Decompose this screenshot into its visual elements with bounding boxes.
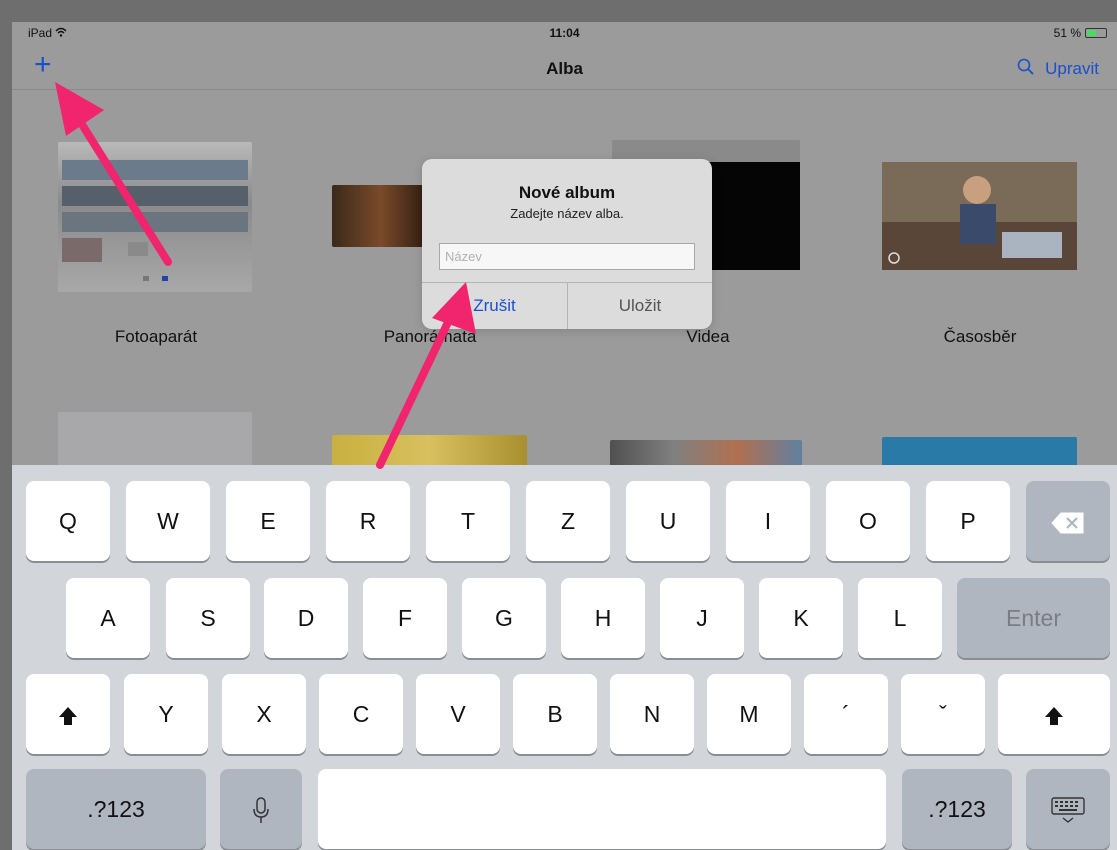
album-label-timelapse: Časosběr xyxy=(943,327,1017,346)
key-e[interactable]: E xyxy=(226,481,310,561)
backspace-icon xyxy=(1051,508,1085,534)
edit-button[interactable]: Upravit xyxy=(1045,59,1099,79)
key-y[interactable]: Y xyxy=(124,674,208,754)
battery-percent: 51 % xyxy=(1053,26,1081,40)
key-o[interactable]: O xyxy=(826,481,910,561)
hide-keyboard-key[interactable] xyxy=(1026,769,1110,849)
album-name-input[interactable] xyxy=(439,243,695,270)
space-key[interactable] xyxy=(318,769,886,849)
status-time: 11:04 xyxy=(549,26,580,40)
nav-bar: + Alba Upravit xyxy=(12,44,1117,90)
status-right: 51 % xyxy=(1054,26,1107,40)
album-label-panoramas: Panorámata xyxy=(383,327,477,346)
key-f[interactable]: F xyxy=(363,578,447,658)
battery-icon xyxy=(1085,28,1107,38)
key-q[interactable]: Q xyxy=(26,481,110,561)
key-a[interactable]: A xyxy=(66,578,150,658)
key-i[interactable]: I xyxy=(726,481,810,561)
key-b[interactable]: B xyxy=(513,674,597,754)
shift-key-right[interactable] xyxy=(998,674,1110,754)
album-thumb-row2-1[interactable] xyxy=(58,412,252,472)
search-icon[interactable] xyxy=(1017,58,1035,76)
page-title: Alba xyxy=(546,59,583,78)
key-j[interactable]: J xyxy=(660,578,744,658)
status-bar: iPad 11:04 51 % xyxy=(12,22,1117,44)
album-thumb-camera[interactable] xyxy=(58,142,252,292)
key-caron[interactable]: ˇ xyxy=(901,674,985,754)
enter-key[interactable]: Enter xyxy=(957,578,1110,658)
key-m[interactable]: M xyxy=(707,674,791,754)
key-u[interactable]: U xyxy=(626,481,710,561)
dialog-message: Zadejte název alba. xyxy=(510,206,624,221)
key-g[interactable]: G xyxy=(462,578,546,658)
key-v[interactable]: V xyxy=(416,674,500,754)
key-acute[interactable]: ´ xyxy=(804,674,888,754)
key-h[interactable]: H xyxy=(561,578,645,658)
key-s[interactable]: S xyxy=(166,578,250,658)
key-d[interactable]: D xyxy=(264,578,348,658)
dictation-key[interactable] xyxy=(220,769,302,849)
ipad-screen: iPad 11:04 51 % + Alba Upravit Fotoapará… xyxy=(12,22,1117,850)
key-k[interactable]: K xyxy=(759,578,843,658)
numbers-key-left[interactable]: .?123 xyxy=(26,769,206,849)
keyboard-hide-icon xyxy=(1051,796,1085,823)
shift-key-left[interactable] xyxy=(26,674,110,754)
key-z[interactable]: Z xyxy=(526,481,610,561)
key-t[interactable]: T xyxy=(426,481,510,561)
keyboard: Q W E R T Z U I O P A S D F G H J K L En… xyxy=(12,465,1117,850)
shift-icon xyxy=(1043,701,1065,727)
key-w[interactable]: W xyxy=(126,481,210,561)
new-album-dialog: Nové album Zadejte název alba. Zrušit Ul… xyxy=(422,159,712,329)
album-label-videos: Videa xyxy=(686,327,730,346)
numbers-key-right[interactable]: .?123 xyxy=(902,769,1012,849)
save-button[interactable]: Uložit xyxy=(568,283,712,329)
cancel-button[interactable]: Zrušit xyxy=(422,283,567,329)
backspace-key[interactable] xyxy=(1026,481,1110,561)
microphone-icon xyxy=(253,796,269,823)
key-p[interactable]: P xyxy=(926,481,1010,561)
key-c[interactable]: C xyxy=(319,674,403,754)
key-x[interactable]: X xyxy=(222,674,306,754)
shift-icon xyxy=(57,701,79,727)
album-label-camera: Fotoaparát xyxy=(114,327,198,346)
key-l[interactable]: L xyxy=(858,578,942,658)
album-thumb-timelapse[interactable] xyxy=(882,162,1077,270)
key-n[interactable]: N xyxy=(610,674,694,754)
dialog-title: Nové album xyxy=(518,183,616,202)
key-r[interactable]: R xyxy=(326,481,410,561)
